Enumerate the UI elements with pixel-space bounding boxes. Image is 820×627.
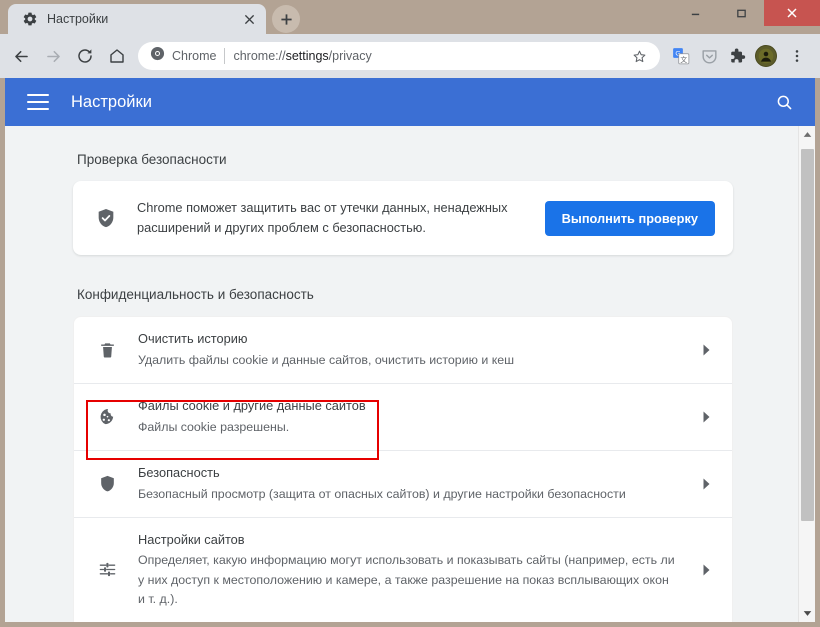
settings-row-title: Безопасность	[138, 464, 220, 480]
browser-toolbar: Chrome chrome://settings/privacy G 文	[0, 34, 820, 78]
settings-row-subtitle: Определяет, какую информацию могут испол…	[138, 553, 675, 606]
google-translate-icon[interactable]: G 文	[668, 43, 694, 69]
settings-header-bar: Настройки	[5, 78, 815, 126]
chevron-right-icon[interactable]	[696, 411, 716, 423]
settings-row-clear-history[interactable]: Очистить историю Удалить файлы cookie и …	[74, 317, 732, 383]
browser-window: Настройки Chrome chrome://settings/priva…	[0, 0, 820, 627]
forward-arrow-icon	[38, 41, 68, 71]
section-heading-privacy: Конфиденциальность и безопасность	[77, 287, 314, 303]
tab-strip: Настройки	[0, 0, 820, 34]
settings-row-subtitle: Удалить файлы cookie и данные сайтов, оч…	[138, 352, 515, 367]
new-tab-button[interactable]	[272, 5, 300, 33]
window-controls	[672, 0, 820, 26]
browser-tab[interactable]: Настройки	[8, 4, 266, 34]
page-title: Настройки	[71, 92, 152, 111]
maximize-button[interactable]	[718, 0, 764, 26]
privacy-rows-card: Очистить историю Удалить файлы cookie и …	[73, 316, 733, 622]
cookie-icon	[96, 407, 118, 427]
pocket-save-icon[interactable]	[696, 43, 722, 69]
address-bar[interactable]: Chrome chrome://settings/privacy	[138, 42, 660, 70]
home-icon[interactable]	[102, 41, 132, 71]
url-text: chrome://settings/privacy	[233, 49, 620, 63]
scroll-down-arrow-icon[interactable]	[799, 605, 815, 622]
settings-scroll-pane: Проверка безопасности Chrome поможет защ…	[5, 126, 798, 622]
scrollbar-track[interactable]	[799, 143, 815, 605]
url-host: settings	[285, 49, 329, 63]
plus-icon	[280, 13, 292, 25]
settings-row-title: Файлы cookie и другие данные сайтов	[138, 398, 366, 414]
safety-check-description: Chrome поможет защитить вас от утечки да…	[137, 200, 508, 236]
shield-outline-icon	[96, 474, 118, 493]
settings-row-title: Настройки сайтов	[138, 531, 245, 547]
chevron-right-icon[interactable]	[696, 478, 716, 490]
reload-icon[interactable]	[70, 41, 100, 71]
settings-row-body: Безопасность Безопасный просмотр (защита…	[138, 464, 676, 504]
site-chip: Chrome	[150, 46, 216, 66]
settings-row-subtitle: Безопасный просмотр (защита от опасных с…	[138, 486, 626, 501]
trash-bin-icon	[96, 341, 118, 360]
scrollbar-thumb[interactable]	[801, 149, 814, 521]
search-icon[interactable]	[771, 89, 797, 115]
settings-row-security[interactable]: Безопасность Безопасный просмотр (защита…	[74, 449, 732, 517]
omnibox-divider	[224, 48, 226, 64]
tune-sliders-icon	[96, 560, 118, 579]
svg-text:文: 文	[680, 55, 687, 64]
close-button[interactable]	[764, 0, 820, 26]
puzzle-extensions-icon[interactable]	[724, 43, 750, 69]
run-safety-check-button[interactable]: Выполнить проверку	[544, 200, 715, 236]
tab-title: Настройки	[47, 12, 109, 26]
profile-avatar[interactable]	[755, 45, 777, 67]
back-arrow-icon[interactable]	[6, 41, 36, 71]
scroll-up-arrow-icon[interactable]	[799, 126, 815, 143]
settings-row-cookies[interactable]: Файлы cookie и другие данные сайтов Файл…	[74, 383, 732, 450]
vertical-scrollbar[interactable]	[798, 126, 815, 622]
shield-check-icon	[95, 207, 117, 229]
settings-row-body: Файлы cookie и другие данные сайтов Файл…	[138, 397, 676, 437]
settings-row-subtitle: Файлы cookie разрешены.	[138, 419, 290, 434]
site-chip-label: Chrome	[172, 49, 217, 63]
settings-page: Настройки Проверка безопасности Chrome п…	[0, 78, 820, 627]
section-heading-safety-check: Проверка безопасности	[77, 152, 227, 167]
safety-check-card: Chrome поможет защитить вас от утечки да…	[73, 181, 733, 256]
minimize-button[interactable]	[672, 0, 718, 26]
safety-check-row: Chrome поможет защитить вас от утечки да…	[73, 181, 733, 255]
settings-row-body: Настройки сайтов Определяет, какую инфор…	[138, 531, 676, 609]
hamburger-menu-icon[interactable]	[27, 94, 49, 110]
chevron-right-icon[interactable]	[696, 564, 716, 576]
chevron-right-icon[interactable]	[696, 344, 716, 356]
url-prefix: chrome://	[233, 49, 286, 63]
settings-row-site-settings[interactable]: Настройки сайтов Определяет, какую инфор…	[74, 516, 732, 622]
settings-row-body: Очистить историю Удалить файлы cookie и …	[138, 330, 676, 370]
three-dot-menu-icon[interactable]	[782, 41, 812, 71]
chrome-logo-icon	[150, 46, 165, 66]
gear-icon	[22, 11, 38, 27]
settings-row-title: Очистить историю	[138, 331, 248, 347]
url-path: /privacy	[328, 49, 372, 63]
settings-content: Проверка безопасности Chrome поможет защ…	[5, 126, 815, 622]
bookmark-star-icon[interactable]	[628, 45, 650, 67]
close-tab-icon[interactable]	[240, 10, 258, 28]
